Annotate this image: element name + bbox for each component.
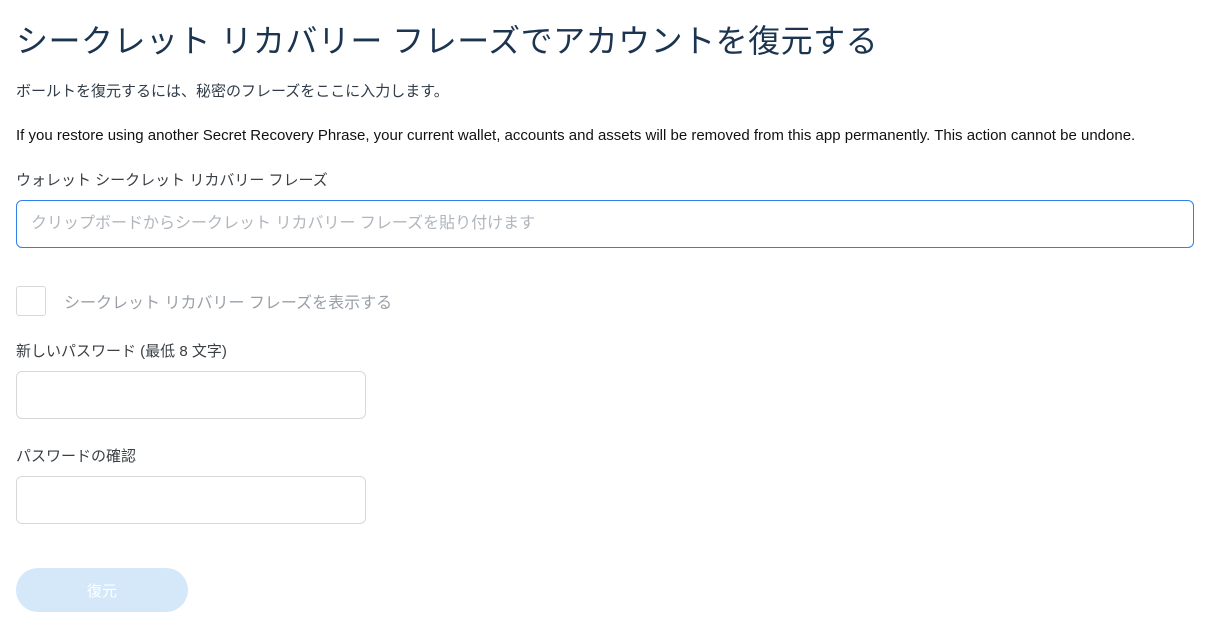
new-password-input[interactable] bbox=[16, 371, 366, 419]
new-password-label: 新しいパスワード (最低 8 文字) bbox=[16, 340, 1194, 361]
confirm-password-input[interactable] bbox=[16, 476, 366, 524]
password-section: 新しいパスワード (最低 8 文字) パスワードの確認 bbox=[16, 340, 1194, 524]
page-subtitle: ボールトを復元するには、秘密のフレーズをここに入力します。 bbox=[16, 80, 1194, 104]
warning-text: If you restore using another Secret Reco… bbox=[16, 124, 1194, 147]
srp-input[interactable] bbox=[16, 200, 1194, 248]
show-srp-row: シークレット リカバリー フレーズを表示する bbox=[16, 286, 1194, 316]
page-title: シークレット リカバリー フレーズでアカウントを復元する bbox=[16, 16, 1194, 62]
show-srp-label: シークレット リカバリー フレーズを表示する bbox=[64, 289, 392, 313]
srp-input-label: ウォレット シークレット リカバリー フレーズ bbox=[16, 169, 1194, 190]
restore-button[interactable]: 復元 bbox=[16, 568, 188, 612]
confirm-password-label: パスワードの確認 bbox=[16, 445, 1194, 466]
show-srp-checkbox[interactable] bbox=[16, 286, 46, 316]
